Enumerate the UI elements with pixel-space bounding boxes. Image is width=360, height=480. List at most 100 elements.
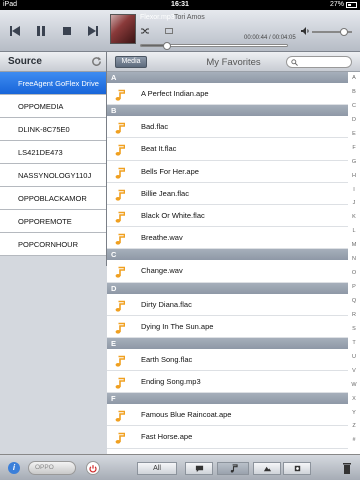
oppo-device-button[interactable]: OPPO	[28, 461, 76, 475]
song-row[interactable]: A Perfect Indian.ape	[107, 83, 348, 106]
source-item[interactable]: NASSYNOLOGY110J	[0, 164, 106, 187]
music-note-icon	[115, 88, 126, 101]
source-header: Source	[0, 52, 106, 72]
index-letter[interactable]: H	[352, 173, 356, 180]
index-letter[interactable]: W	[351, 382, 356, 389]
filter-photo-button[interactable]	[253, 462, 281, 475]
song-title: Breathe.wav	[141, 233, 183, 243]
index-letter[interactable]: Y	[352, 410, 356, 417]
source-item[interactable]: LS421DE473	[0, 141, 106, 164]
song-row[interactable]: Dirty Diana.flac	[107, 294, 348, 316]
song-title: Bells For Her.ape	[141, 166, 199, 176]
album-art[interactable]	[110, 14, 136, 44]
filter-video-button[interactable]	[283, 462, 311, 475]
index-letter[interactable]: R	[352, 312, 356, 319]
refresh-icon[interactable]	[91, 56, 102, 67]
search-input[interactable]	[286, 56, 352, 68]
volume-slider[interactable]	[312, 28, 352, 36]
index-letter[interactable]: M	[352, 243, 357, 249]
index-letter[interactable]: A	[352, 75, 356, 82]
music-note-icon	[115, 321, 126, 334]
filter-music-button[interactable]	[217, 462, 249, 475]
music-note-icon	[115, 354, 126, 367]
index-letter[interactable]: Z	[352, 424, 355, 430]
repeat-icon[interactable]	[164, 26, 174, 36]
index-letter[interactable]: P	[352, 285, 356, 291]
music-note-icon	[115, 376, 126, 389]
index-letter[interactable]: L	[352, 229, 355, 235]
song-row[interactable]: Black Or White.flac	[107, 205, 348, 228]
stop-icon	[63, 27, 71, 35]
playback-time: 00:00:44 / 00:04:05	[244, 35, 296, 41]
song-title: Black Or White.flac	[141, 210, 205, 220]
next-icon	[88, 26, 98, 36]
index-letter[interactable]: X	[352, 396, 356, 403]
index-letter[interactable]: S	[352, 326, 356, 333]
stop-button[interactable]	[58, 22, 76, 40]
volume-knob[interactable]	[340, 28, 349, 36]
source-item[interactable]: OPPOBLACKAMOR	[0, 187, 106, 210]
alphabet-index[interactable]: A B C D E F G H I J K L M N O P Q R S T U V W X Y Z #	[348, 72, 360, 454]
filter-all-button[interactable]: All	[137, 462, 177, 475]
music-note-icon	[230, 464, 238, 473]
track-artist: Tori Amos	[174, 14, 205, 21]
index-letter[interactable]: V	[352, 368, 356, 375]
music-note-icon	[115, 166, 126, 179]
index-letter[interactable]: C	[352, 103, 356, 110]
index-letter[interactable]: #	[352, 438, 355, 444]
song-row[interactable]: Change.wav	[107, 260, 348, 283]
index-letter[interactable]: B	[352, 89, 356, 96]
battery-icon	[346, 2, 357, 8]
song-row[interactable]: Dying In The Sun.ape	[107, 316, 348, 338]
song-title: Beat It.flac	[141, 144, 177, 154]
search-icon	[291, 59, 298, 66]
index-letter[interactable]: N	[352, 257, 356, 263]
song-title: Ending Song.mp3	[141, 377, 201, 387]
music-note-icon	[115, 409, 126, 422]
source-item[interactable]: OPPOREMOTE	[0, 210, 106, 233]
song-row[interactable]: Earth Song.flac	[107, 349, 348, 372]
section-header: B	[107, 105, 348, 117]
index-letter[interactable]: K	[352, 215, 356, 221]
song-row[interactable]: Billie Jean.flac	[107, 183, 348, 205]
filter-chat-button[interactable]	[185, 462, 213, 475]
song-row[interactable]: Bad.flac	[107, 116, 348, 139]
song-row[interactable]: Ending Song.mp3	[107, 371, 348, 394]
index-letter[interactable]: U	[352, 354, 356, 361]
shuffle-icon[interactable]	[140, 26, 150, 36]
song-row[interactable]: Bells For Her.ape	[107, 161, 348, 183]
section-header: D	[107, 282, 348, 294]
index-letter[interactable]: T	[352, 340, 355, 347]
section-header: C	[107, 249, 348, 261]
song-list: A A Perfect Indian.ape B Bad.flac Beat It.fl…	[107, 72, 348, 454]
song-row[interactable]: Breathe.wav	[107, 227, 348, 250]
source-item[interactable]: DLINK-8C75E0	[0, 118, 106, 141]
index-letter[interactable]: F	[352, 145, 355, 152]
song-title: Bad.flac	[141, 122, 169, 132]
section-header: A	[107, 72, 348, 83]
index-letter[interactable]: Q	[352, 298, 356, 305]
next-button[interactable]	[84, 22, 102, 40]
pause-button[interactable]	[32, 22, 50, 40]
song-row[interactable]: Fast Horse.ape	[107, 426, 348, 449]
film-icon	[294, 465, 300, 472]
power-icon[interactable]	[86, 461, 100, 475]
info-icon[interactable]: i	[8, 462, 20, 474]
progress-slider[interactable]	[140, 42, 288, 50]
progress-knob[interactable]	[163, 42, 172, 50]
index-letter[interactable]: J	[353, 201, 356, 207]
index-letter[interactable]: G	[352, 159, 356, 166]
trash-icon[interactable]	[342, 461, 352, 475]
source-item[interactable]: OPPOMEDIA	[0, 95, 106, 118]
index-letter[interactable]: I	[353, 187, 355, 194]
index-letter[interactable]: E	[352, 131, 356, 138]
song-row[interactable]: Beat It.flac	[107, 138, 348, 161]
filter-toolbar: All	[107, 454, 360, 480]
source-item[interactable]: FreeAgent GoFlex Drive	[0, 72, 106, 95]
index-letter[interactable]: D	[352, 117, 356, 124]
song-row[interactable]: Famous Blue Raincoat.ape	[107, 404, 348, 427]
index-letter[interactable]: O	[352, 271, 356, 277]
source-footer: i OPPO	[0, 454, 107, 480]
source-item[interactable]: POPCORNHOUR	[0, 233, 106, 256]
previous-button[interactable]	[6, 22, 24, 40]
